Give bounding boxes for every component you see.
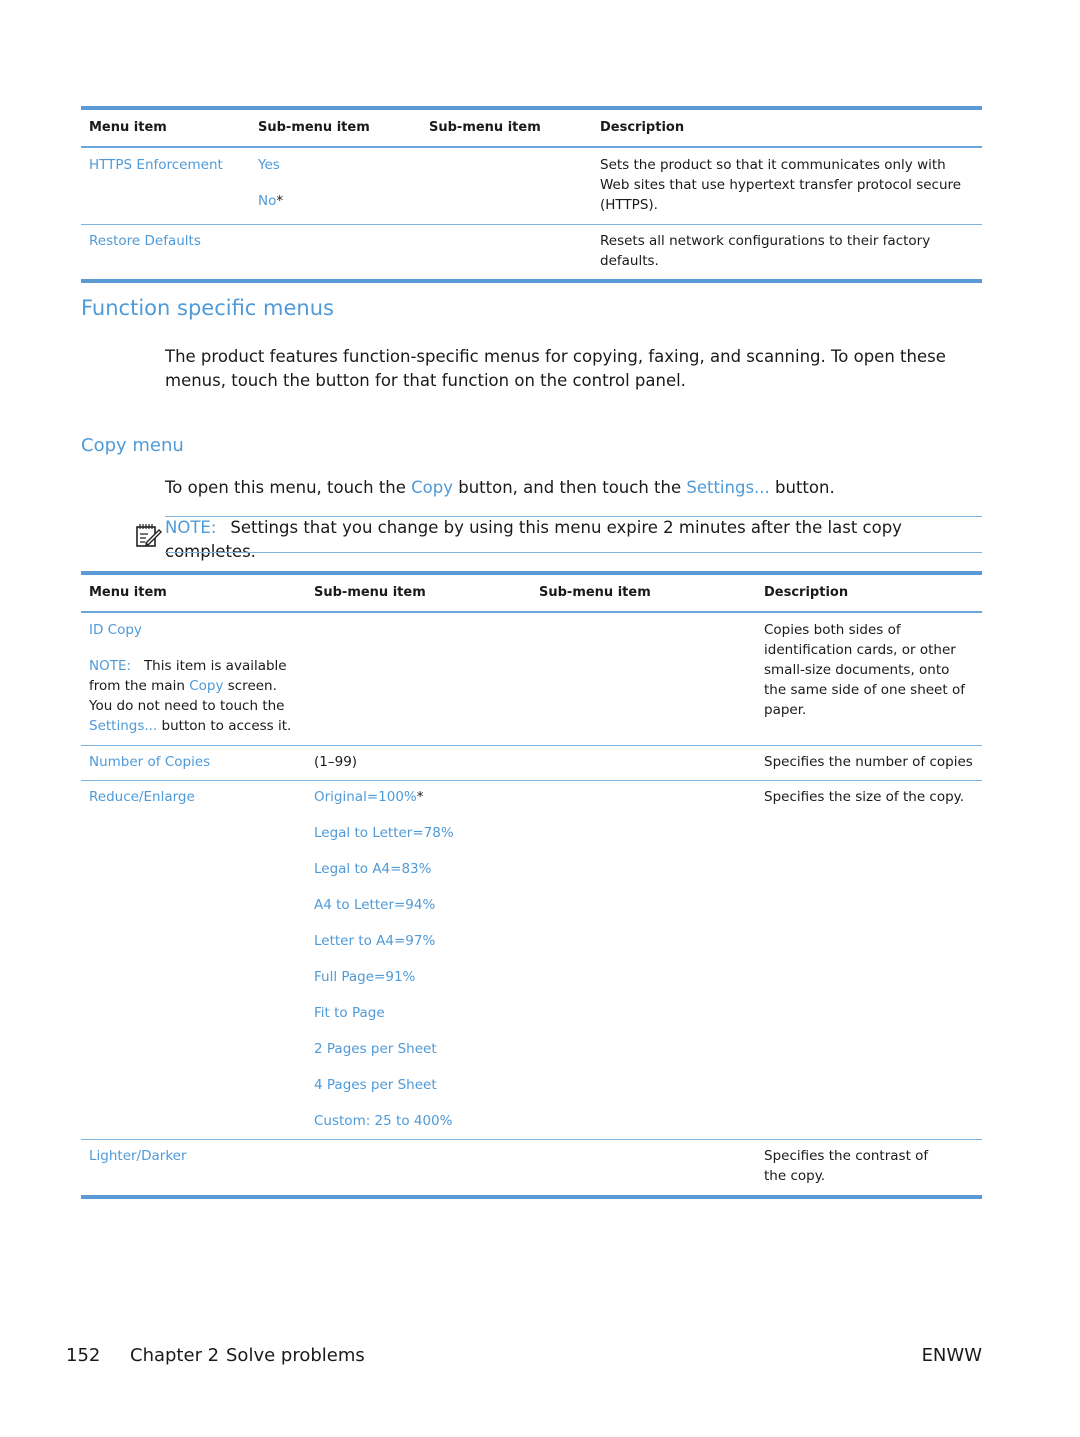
chapter-title: Solve problems: [226, 1345, 365, 1366]
column-header: Description: [600, 120, 685, 135]
note-text: NOTE: Settings that you change by using t…: [165, 518, 902, 561]
sub-item-fit-to-page[interactable]: Fit to Page: [314, 1003, 523, 1023]
table-row: Lighter/Darker Specifies the contrast of…: [81, 1139, 982, 1195]
sub-item-copy-range: (1–99): [314, 754, 358, 770]
sub-item-a4-to-letter[interactable]: A4 to Letter=94%: [314, 895, 523, 915]
copy-menu-instruction: To open this menu, touch the Copy button…: [165, 478, 835, 497]
settings-button-ref[interactable]: Settings...: [686, 478, 769, 497]
description: Specifies the number of copies: [764, 754, 973, 770]
section-title: Function specific menus: [81, 296, 334, 320]
menu-item-lighter-darker[interactable]: Lighter/Darker: [89, 1146, 298, 1166]
table-row: ID Copy NOTE: This item is available fro…: [81, 613, 982, 745]
sub-item-2-pages-per-sheet[interactable]: 2 Pages per Sheet: [314, 1039, 523, 1059]
column-header: Description: [764, 585, 849, 600]
note-box: NOTE: Settings that you change by using t…: [135, 516, 982, 561]
column-header: Menu item: [89, 585, 167, 600]
id-copy-note: NOTE: This item is available from the ma…: [89, 658, 292, 734]
menu-item-number-of-copies[interactable]: Number of Copies: [89, 752, 298, 772]
table-row: Restore Defaults Resets all network conf…: [81, 224, 982, 279]
menu-item-id-copy[interactable]: ID Copy: [89, 620, 298, 640]
sub-item-yes[interactable]: Yes: [258, 155, 413, 175]
page-number: 152: [66, 1345, 101, 1366]
table-header-row: Menu item Sub-menu item Sub-menu item De…: [81, 575, 982, 613]
reduce-enlarge-options: Original=100%* Legal to Letter=78% Legal…: [306, 787, 531, 1131]
description: Resets all network configurations to the…: [600, 233, 931, 269]
sub-item-custom[interactable]: Custom: 25 to 400%: [314, 1111, 523, 1131]
table-row: HTTPS Enforcement Yes No* Sets the produ…: [81, 148, 982, 224]
menu-item-https-enforcement[interactable]: HTTPS Enforcement: [89, 155, 242, 175]
sub-item-4-pages-per-sheet[interactable]: 4 Pages per Sheet: [314, 1075, 523, 1095]
sub-item-legal-to-a4[interactable]: Legal to A4=83%: [314, 859, 523, 879]
note-label: NOTE:: [165, 518, 217, 537]
network-settings-table: Menu item Sub-menu item Sub-menu item De…: [81, 106, 982, 283]
description: Copies both sides of identification card…: [764, 622, 965, 718]
chapter-label: Chapter 2: [130, 1345, 220, 1366]
copy-menu-table: Menu item Sub-menu item Sub-menu item De…: [81, 571, 982, 1199]
table-row: Reduce/Enlarge Original=100%* Legal to L…: [81, 780, 982, 1139]
sub-item-original-100[interactable]: Original=100%*: [314, 787, 523, 807]
sub-item-full-page[interactable]: Full Page=91%: [314, 967, 523, 987]
description: Specifies the contrast of the copy.: [764, 1148, 929, 1184]
table-header-row: Menu item Sub-menu item Sub-menu item De…: [81, 110, 982, 148]
sub-item-legal-to-letter[interactable]: Legal to Letter=78%: [314, 823, 523, 843]
sub-item-no[interactable]: No*: [258, 191, 413, 211]
divider: [165, 552, 982, 553]
column-header: Sub-menu item: [429, 120, 541, 135]
column-header: Menu item: [89, 120, 167, 135]
subsection-title: Copy menu: [81, 435, 184, 456]
note-pencil-icon: [136, 524, 162, 547]
menu-item-reduce-enlarge[interactable]: Reduce/Enlarge: [89, 787, 298, 807]
column-header: Sub-menu item: [314, 585, 426, 600]
table-row: Number of Copies (1–99) Specifies the nu…: [81, 745, 982, 780]
menu-item-restore-defaults[interactable]: Restore Defaults: [89, 231, 242, 251]
sub-item-letter-to-a4[interactable]: Letter to A4=97%: [314, 931, 523, 951]
section-intro: The product features function-specific m…: [165, 347, 946, 390]
copy-button-ref[interactable]: Copy: [411, 478, 453, 497]
locale-label: ENWW: [921, 1345, 982, 1366]
description: Sets the product so that it communicates…: [600, 157, 962, 213]
column-header: Sub-menu item: [539, 585, 651, 600]
column-header: Sub-menu item: [258, 120, 370, 135]
description: Specifies the size of the copy.: [764, 789, 965, 805]
